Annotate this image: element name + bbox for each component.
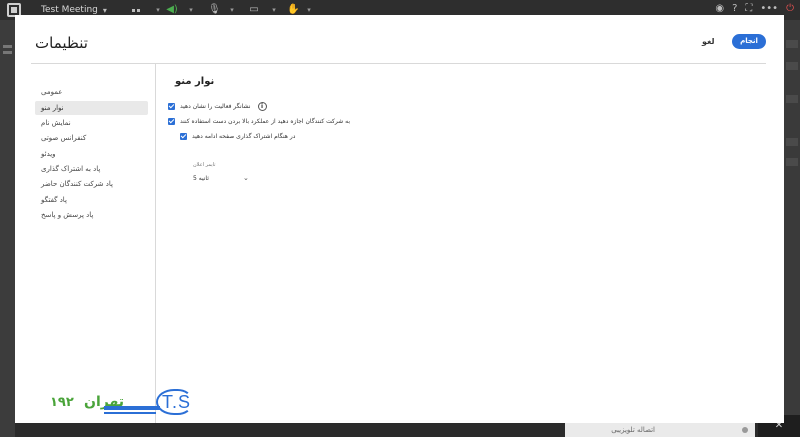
notification-timer-select[interactable]: 5 ثانیه: [191, 172, 251, 185]
watermark-bar: [104, 406, 160, 410]
watermark-ts: T.S: [162, 392, 192, 412]
panel-control[interactable]: [786, 138, 798, 146]
option-label: به شرکت کنندگان اجازه دهید از عملکرد بال…: [180, 118, 350, 125]
left-background-panel: [0, 20, 15, 437]
panel-handle: [3, 51, 12, 54]
status-dot: [742, 427, 748, 433]
broadcast-icon[interactable]: ◉: [715, 3, 724, 14]
timer-label: تایمر اعلان: [193, 162, 216, 168]
option-activity-indicator: نشانگر فعالیت را نشان دهید i: [168, 102, 267, 111]
sidebar-item-audio-conference[interactable]: کنفرانس صوتی: [35, 131, 148, 145]
dialog-header: تنظیمات لغو انجام: [15, 15, 784, 63]
option-label: در هنگام اشتراک گذاری صفحه ادامه دهید: [192, 133, 296, 140]
cancel-button[interactable]: لغو: [702, 37, 715, 46]
watermark-logo: ۱۹۲ تهران T.S: [50, 385, 200, 423]
help-icon[interactable]: ?: [732, 3, 737, 14]
settings-dialog: تنظیمات لغو انجام عمومی نوار منو نمایش ن…: [15, 15, 784, 423]
option-continue-sharing: در هنگام اشتراک گذاری صفحه ادامه دهید: [180, 133, 295, 140]
toolbar-right-group: ◉ ? ⛶ ••• ⏻: [715, 3, 794, 14]
panel-control[interactable]: [786, 158, 798, 166]
sidebar-item-general[interactable]: عمومی: [35, 85, 148, 99]
sidebar-item-qa-pod[interactable]: پاد پرسش و پاسخ: [35, 208, 148, 222]
sidebar-item-share-pod[interactable]: پاد به اشتراک گذاری: [35, 162, 148, 176]
fullscreen-icon[interactable]: ⛶: [745, 3, 752, 14]
sidebar-item-video[interactable]: ویدئو: [35, 147, 148, 161]
chevron-down-icon[interactable]: ⌄: [243, 174, 249, 182]
activity-indicator-checkbox[interactable]: [168, 103, 175, 110]
dialog-title: تنظیمات: [35, 34, 88, 52]
chevron-down-icon[interactable]: ▾: [103, 6, 107, 15]
watermark-bar: [104, 412, 156, 414]
sidebar-item-name-display[interactable]: نمایش نام: [35, 116, 148, 130]
panel-control[interactable]: [786, 62, 798, 70]
more-icon[interactable]: •••: [760, 3, 778, 14]
panel-control[interactable]: [786, 95, 798, 103]
right-background-panel: [784, 20, 800, 437]
continue-sharing-checkbox[interactable]: [180, 133, 187, 140]
done-button[interactable]: انجام: [732, 34, 766, 49]
watermark-number: ۱۹۲: [50, 395, 74, 410]
panel-control[interactable]: [786, 40, 798, 48]
section-title: نوار منو: [175, 76, 215, 87]
sidebar-item-menu-bar[interactable]: نوار منو: [35, 101, 148, 115]
sidebar-item-attendees-pod[interactable]: پاد شرکت کنندگان حاضر: [35, 177, 148, 191]
info-icon[interactable]: i: [257, 102, 267, 111]
power-icon[interactable]: ⏻: [786, 3, 794, 14]
option-raise-hand: به شرکت کنندگان اجازه دهید از عملکرد بال…: [168, 118, 350, 125]
meeting-title[interactable]: Test Meeting: [41, 5, 98, 15]
raise-hand-checkbox[interactable]: [168, 118, 175, 125]
panel-handle: [3, 45, 12, 48]
option-label: نشانگر فعالیت را نشان دهید: [180, 103, 251, 110]
bottom-status-chip: اتصاله تلویزیبی: [565, 423, 755, 437]
settings-sidebar: عمومی نوار منو نمایش نام کنفرانس صوتی وی…: [31, 64, 156, 423]
settings-content: نوار منو نشانگر فعالیت را نشان دهید i به…: [157, 64, 757, 423]
sidebar-item-chat-pod[interactable]: پاد گفتگو: [35, 193, 148, 207]
